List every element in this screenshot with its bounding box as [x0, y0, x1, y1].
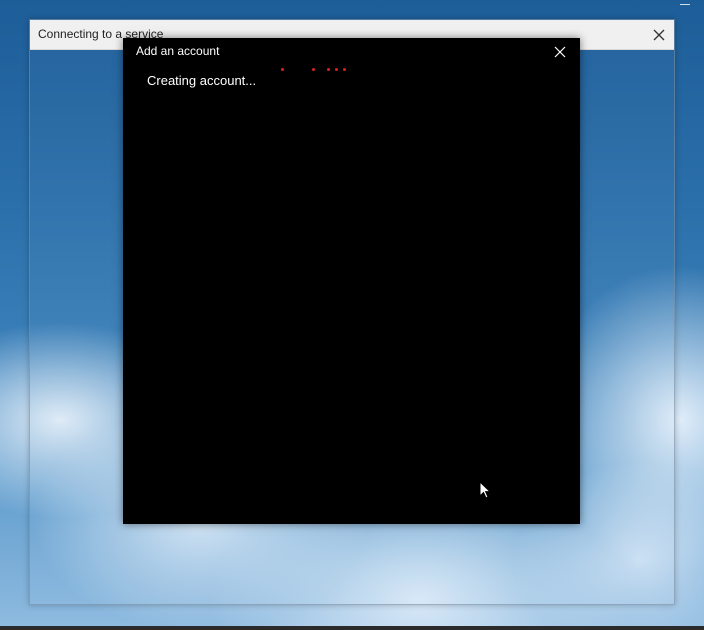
progress-dot: [335, 68, 338, 71]
close-icon: [554, 46, 566, 58]
progress-dot: [343, 68, 346, 71]
mouse-cursor-icon: [479, 481, 491, 499]
progress-dot: [281, 68, 284, 71]
add-account-title: Add an account: [136, 44, 220, 58]
minimize-icon[interactable]: [680, 4, 690, 5]
taskbar-edge: [0, 626, 704, 630]
add-account-close-button[interactable]: [552, 44, 568, 60]
add-account-titlebar[interactable]: Add an account: [123, 38, 580, 66]
progress-dot: [327, 68, 330, 71]
creating-account-status: Creating account...: [147, 73, 257, 88]
desktop-background: Connecting to a service Add an account C…: [0, 0, 704, 630]
progress-dot: [312, 68, 315, 71]
add-account-dialog: Add an account Creating account...: [123, 38, 580, 524]
outer-window-close-button[interactable]: [644, 20, 674, 49]
close-icon: [653, 29, 665, 40]
